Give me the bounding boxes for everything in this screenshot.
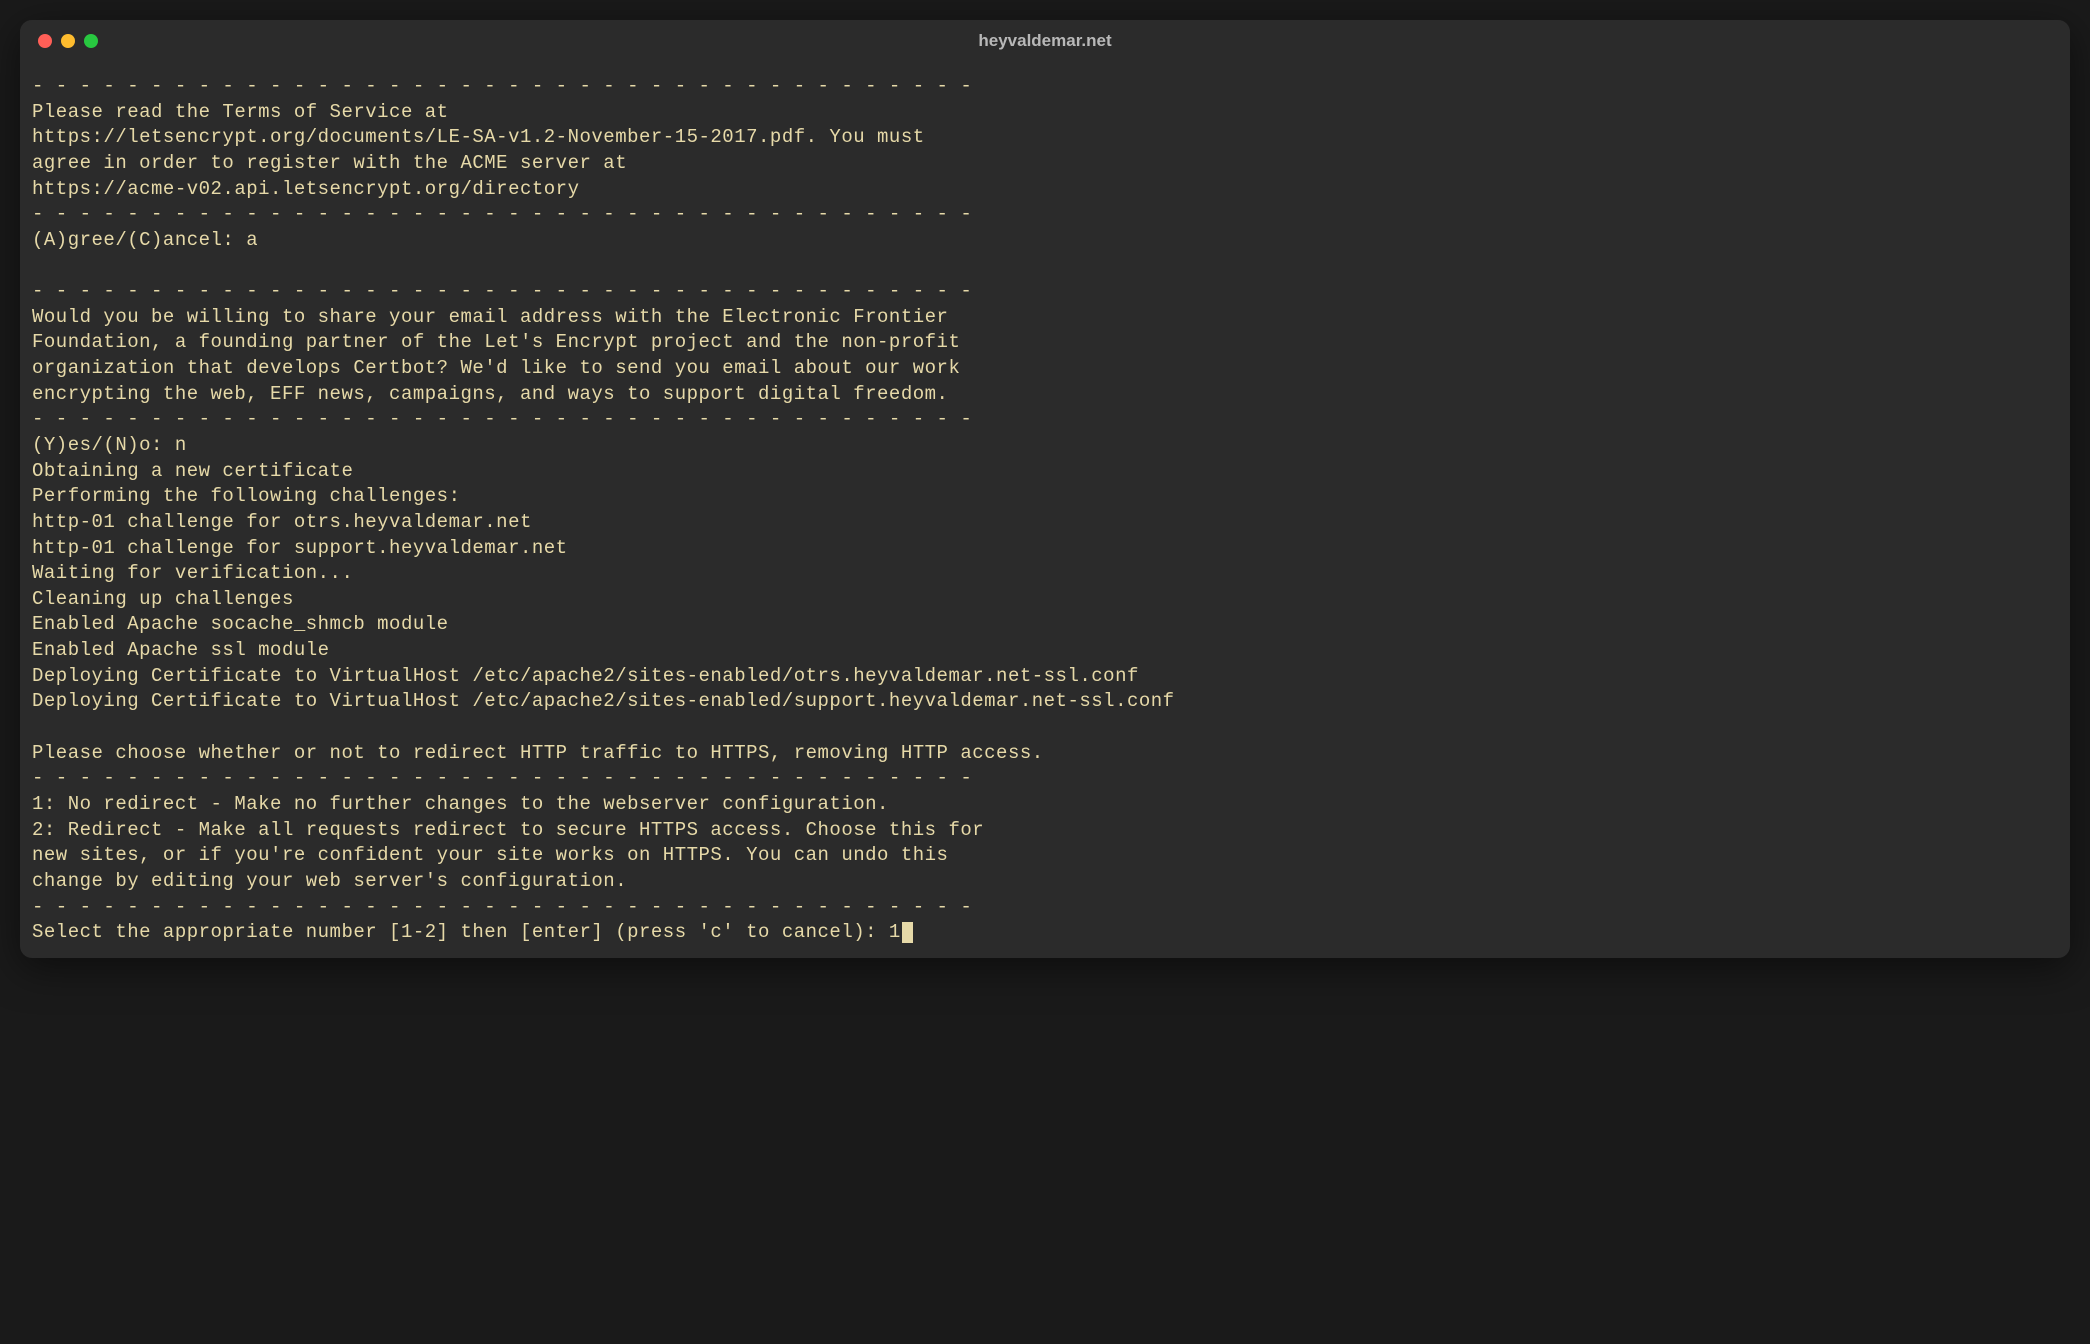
minimize-button[interactable] [61,34,75,48]
maximize-button[interactable] [84,34,98,48]
terminal-line: Deploying Certificate to VirtualHost /et… [32,689,2058,715]
terminal-line: Obtaining a new certificate [32,459,2058,485]
prompt-text: Select the appropriate number [1-2] then… [32,921,901,943]
terminal-line: Foundation, a founding partner of the Le… [32,330,2058,356]
terminal-line: (A)gree/(C)ancel: a [32,228,2058,254]
terminal-line: Cleaning up challenges [32,587,2058,613]
terminal-line: Please read the Terms of Service at [32,100,2058,126]
terminal-line: new sites, or if you're confident your s… [32,843,2058,869]
terminal-line: Please choose whether or not to redirect… [32,741,2058,767]
terminal-line: http-01 challenge for support.heyvaldema… [32,536,2058,562]
terminal-window: heyvaldemar.net - - - - - - - - - - - - … [20,20,2070,958]
close-button[interactable] [38,34,52,48]
window-title: heyvaldemar.net [978,31,1111,51]
title-bar: heyvaldemar.net [20,20,2070,62]
terminal-line: Would you be willing to share your email… [32,305,2058,331]
terminal-line [32,253,2058,279]
terminal-line: - - - - - - - - - - - - - - - - - - - - … [32,202,2058,228]
terminal-prompt-line[interactable]: Select the appropriate number [1-2] then… [32,920,2058,946]
terminal-line: - - - - - - - - - - - - - - - - - - - - … [32,895,2058,921]
cursor-icon [902,922,913,943]
terminal-line: 1: No redirect - Make no further changes… [32,792,2058,818]
terminal-line: 2: Redirect - Make all requests redirect… [32,818,2058,844]
terminal-line: - - - - - - - - - - - - - - - - - - - - … [32,766,2058,792]
terminal-line: encrypting the web, EFF news, campaigns,… [32,382,2058,408]
terminal-line: https://letsencrypt.org/documents/LE-SA-… [32,125,2058,151]
terminal-line: http-01 challenge for otrs.heyvaldemar.n… [32,510,2058,536]
terminal-line: Performing the following challenges: [32,484,2058,510]
terminal-line: (Y)es/(N)o: n [32,433,2058,459]
terminal-line: - - - - - - - - - - - - - - - - - - - - … [32,407,2058,433]
terminal-line: Waiting for verification... [32,561,2058,587]
terminal-line: Enabled Apache socache_shmcb module [32,612,2058,638]
terminal-line: Deploying Certificate to VirtualHost /et… [32,664,2058,690]
terminal-line: Enabled Apache ssl module [32,638,2058,664]
terminal-line: agree in order to register with the ACME… [32,151,2058,177]
terminal-content[interactable]: - - - - - - - - - - - - - - - - - - - - … [20,62,2070,958]
terminal-line: organization that develops Certbot? We'd… [32,356,2058,382]
terminal-line: - - - - - - - - - - - - - - - - - - - - … [32,279,2058,305]
terminal-line [32,715,2058,741]
terminal-line: - - - - - - - - - - - - - - - - - - - - … [32,74,2058,100]
terminal-line: https://acme-v02.api.letsencrypt.org/dir… [32,177,2058,203]
terminal-line: change by editing your web server's conf… [32,869,2058,895]
traffic-lights [38,34,98,48]
